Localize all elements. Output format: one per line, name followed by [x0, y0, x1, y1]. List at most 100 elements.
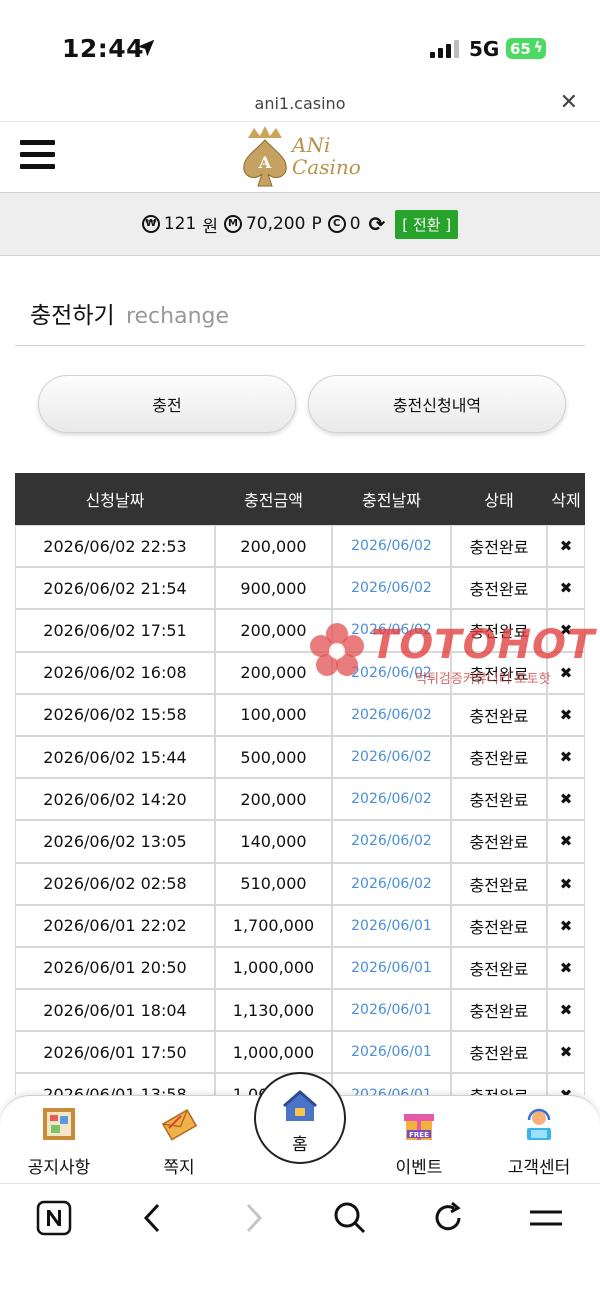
- cell-charged-date: 2026/06/01: [332, 1073, 451, 1095]
- cell-amount: 1,000,000: [215, 946, 332, 990]
- cell-charged-date: 2026/06/01: [332, 989, 451, 1032]
- refresh-icon[interactable]: ⟳: [369, 212, 386, 236]
- cell-applied-date: 2026/06/02 13:05: [15, 820, 215, 863]
- cell-status: 충전완료: [451, 693, 547, 736]
- delete-icon[interactable]: ✖: [547, 1031, 585, 1074]
- c-coin-icon: C: [327, 215, 346, 233]
- url-domain[interactable]: ani1.casino: [0, 94, 600, 113]
- nav-item-support[interactable]: 고객센터: [494, 1106, 584, 1178]
- delete-icon[interactable]: ✖: [547, 862, 585, 905]
- delete-icon[interactable]: ✖: [547, 735, 585, 779]
- table-row: 2026/06/02 02:58 510,000 2026/06/02 충전완료 ✖: [15, 862, 585, 905]
- logo-line2: Casino: [292, 155, 361, 179]
- nav-label-notice: 공지사항: [27, 1158, 91, 1178]
- naver-n-icon[interactable]: [36, 1200, 72, 1236]
- cell-applied-date: 2026/06/02 21:54: [15, 567, 215, 610]
- table-row: 2026/06/01 22:02 1,700,000 2026/06/01 충전완료 ✖: [15, 904, 585, 947]
- cell-charged-date: 2026/06/02: [332, 820, 451, 863]
- nav-item-notice[interactable]: 공지사항: [14, 1106, 104, 1178]
- cell-applied-date: 2026/06/02 17:51: [15, 609, 215, 652]
- delete-icon[interactable]: ✖: [547, 946, 585, 990]
- cell-amount: 1,000,000: [215, 1031, 332, 1074]
- delete-icon[interactable]: ✖: [547, 820, 585, 863]
- table-row: 2026/06/02 21:54 900,000 2026/06/02 충전완료 ✖: [15, 567, 585, 610]
- nav-label-support: 고객센터: [507, 1158, 571, 1178]
- delete-icon[interactable]: ✖: [547, 778, 585, 821]
- cell-amount: 900,000: [215, 567, 332, 610]
- won-unit: 원: [202, 216, 218, 237]
- hamburger-menu-icon[interactable]: [20, 140, 55, 174]
- crown-spade-emblem-icon: A: [243, 126, 287, 187]
- delete-icon[interactable]: ✖: [547, 1073, 585, 1095]
- m-point-balance: 70,200: [245, 214, 306, 234]
- browser-toolbar: [0, 1183, 600, 1304]
- nav-item-home[interactable]: 홈: [254, 1072, 346, 1164]
- cell-charged-date: 2026/06/02: [332, 567, 451, 610]
- cell-applied-date: 2026/06/02 22:53: [15, 525, 215, 568]
- table-row: 2026/06/02 15:58 100,000 2026/06/02 충전완료 ✖: [15, 693, 585, 736]
- svg-text:FREE: FREE: [409, 1131, 429, 1139]
- url-bar: ani1.casino ✕: [0, 90, 600, 120]
- network-label: 5G: [469, 37, 500, 61]
- forward-icon[interactable]: [236, 1200, 270, 1236]
- cell-applied-date: 2026/06/01 17:50: [15, 1031, 215, 1074]
- home-icon: [283, 1090, 317, 1121]
- status-time: 12:44: [62, 34, 145, 63]
- cell-charged-date: 2026/06/01: [332, 1031, 451, 1074]
- delete-icon[interactable]: ✖: [547, 609, 585, 652]
- back-icon[interactable]: [136, 1200, 170, 1236]
- table-row: 2026/06/02 17:51 200,000 2026/06/02 충전완료 ✖: [15, 609, 585, 652]
- cell-status: 충전완료: [451, 946, 547, 990]
- nav-item-message[interactable]: 쪽지: [134, 1106, 224, 1178]
- cell-applied-date: 2026/06/01 18:04: [15, 989, 215, 1032]
- cell-amount: 500,000: [215, 735, 332, 779]
- cell-applied-date: 2026/06/01 20:50: [15, 946, 215, 990]
- nav-item-event[interactable]: FREE 이벤트: [374, 1106, 464, 1178]
- nav-label-message: 쪽지: [163, 1158, 195, 1178]
- cell-amount: 200,000: [215, 778, 332, 821]
- location-arrow-icon: [137, 39, 155, 57]
- page-title-text: 충전하기: [30, 303, 115, 329]
- page-title: 충전하기 rechange: [30, 296, 229, 330]
- table-row: 2026/06/02 22:53 200,000 2026/06/02 충전완료 ✖: [15, 525, 585, 568]
- delete-icon[interactable]: ✖: [547, 693, 585, 736]
- won-coin-icon: ₩: [141, 215, 160, 233]
- cell-applied-date: 2026/06/02 15:58: [15, 693, 215, 736]
- menu-icon[interactable]: [528, 1200, 564, 1236]
- nav-label-home: 홈: [292, 1135, 308, 1155]
- cell-applied-date: 2026/06/02 15:44: [15, 735, 215, 779]
- ani-casino-logo[interactable]: A ANi Casino: [234, 124, 374, 190]
- reload-icon[interactable]: [430, 1200, 466, 1236]
- cell-status: 충전완료: [451, 735, 547, 779]
- delete-icon[interactable]: ✖: [547, 904, 585, 947]
- cell-applied-date: 2026/06/02 02:58: [15, 862, 215, 905]
- delete-icon[interactable]: ✖: [547, 651, 585, 694]
- tab-charge-history[interactable]: 충전신청내역: [308, 375, 566, 433]
- close-icon[interactable]: ✕: [560, 90, 578, 115]
- support-agent-icon: [527, 1108, 551, 1140]
- delete-icon[interactable]: ✖: [547, 567, 585, 610]
- cell-amount: 200,000: [215, 609, 332, 652]
- delete-icon[interactable]: ✖: [547, 525, 585, 568]
- table-header-row: 신청날짜 충전금액 충전날짜 상태 삭제: [15, 473, 585, 525]
- status-bar: 12:44 5G 65 ϟ: [0, 0, 600, 95]
- notice-board-icon: [43, 1108, 75, 1140]
- logo-text: ANi Casino: [292, 134, 361, 178]
- charge-history-table: 신청날짜 충전금액 충전날짜 상태 삭제 2026/06/02 22:53 200…: [15, 473, 585, 1095]
- cell-amount: 1,700,000: [215, 904, 332, 947]
- cell-charged-date: 2026/06/02: [332, 609, 451, 652]
- title-divider: [15, 345, 585, 346]
- delete-icon[interactable]: ✖: [547, 989, 585, 1032]
- won-balance: 121: [163, 214, 197, 234]
- col-header-applied-date: 신청날짜: [15, 473, 215, 525]
- convert-button[interactable]: [ 전환 ]: [395, 209, 459, 239]
- cell-charged-date: 2026/06/02: [332, 525, 451, 568]
- site-header: A ANi Casino: [0, 121, 600, 193]
- search-icon[interactable]: [332, 1200, 368, 1236]
- cell-charged-date: 2026/06/02: [332, 778, 451, 821]
- cell-amount: 100,000: [215, 693, 332, 736]
- nav-label-event: 이벤트: [395, 1158, 443, 1178]
- tab-charge[interactable]: 충전: [38, 375, 296, 433]
- cell-amount: 200,000: [215, 525, 332, 568]
- logo-line1: ANi: [292, 133, 331, 157]
